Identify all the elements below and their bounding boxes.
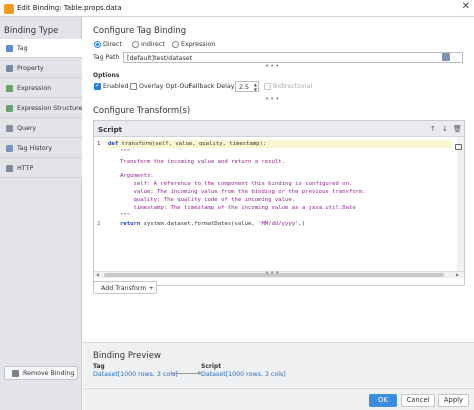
trash-icon: [12, 370, 19, 377]
add-transform-button[interactable]: Add Transform +: [93, 281, 157, 294]
scroll-left-icon[interactable]: ◀: [96, 272, 99, 277]
preview-script-label: Script: [201, 363, 222, 370]
resize-handle[interactable]: •••: [265, 62, 280, 70]
tag-path-label: Tag Path: [93, 54, 120, 61]
ok-button[interactable]: OK: [369, 394, 397, 407]
enabled-label: Enabled: [103, 83, 129, 90]
code-line: quality: The quality code of the incomin…: [120, 197, 296, 203]
code-line: value: The incoming value from the bindi…: [120, 189, 366, 195]
fallback-delay-label: Fallback Delay: [189, 83, 235, 90]
preview-tag-label: Tag: [93, 363, 105, 370]
code-line: Arguments:: [120, 173, 154, 179]
radio-expression-label: Expression: [181, 41, 216, 48]
line-number: 2: [97, 221, 101, 227]
sidebar-title: Binding Type: [4, 26, 59, 36]
remove-binding-button[interactable]: Remove Binding: [4, 366, 78, 380]
overlay-optout-checkbox[interactable]: [130, 83, 137, 90]
sidebar-item-property[interactable]: Property: [0, 59, 82, 78]
binding-preview: Binding Preview Tag Dataset[1000 rows, 3…: [83, 342, 474, 387]
app-icon: [4, 4, 14, 14]
configure-tag-binding-title: Configure Tag Binding: [93, 26, 187, 36]
code-line: timestamp: The timestamp of the incoming…: [120, 205, 356, 211]
move-up-icon[interactable]: ↑: [430, 125, 436, 133]
fallback-delay-input[interactable]: 2.5 ▲ ▼: [235, 81, 259, 92]
resize-handle[interactable]: •••: [265, 269, 280, 277]
script-header: Script ↑ ↓ 🗑: [94, 121, 464, 137]
query-icon: [6, 125, 13, 132]
move-down-icon[interactable]: ↓: [442, 125, 448, 133]
sidebar-item-query[interactable]: Query: [0, 119, 82, 138]
expression-structure-icon: [6, 105, 13, 112]
code-line: Transform the incoming value and return …: [120, 159, 286, 165]
maximize-editor-icon[interactable]: [455, 144, 462, 150]
radio-direct[interactable]: [94, 41, 101, 48]
preview-arrow-icon: [171, 371, 202, 375]
bidirectional-checkbox[interactable]: [264, 83, 271, 90]
radio-expression[interactable]: [172, 41, 179, 48]
code-line: """: [120, 149, 131, 155]
spinner-arrows-icon[interactable]: ▲ ▼: [254, 82, 257, 92]
options-label: Options: [93, 72, 120, 79]
sidebar-item-expression[interactable]: Expression: [0, 79, 82, 98]
expression-icon: [6, 85, 13, 92]
preview-script-value[interactable]: Dataset[1000 rows, 3 cols]: [201, 371, 286, 378]
line-number: 1: [97, 141, 101, 147]
binding-type-sidebar: Binding Type Tag Property Expression Exp…: [0, 17, 82, 410]
script-transform-panel: Script ↑ ↓ 🗑 1 def transform(self, value…: [93, 120, 465, 286]
http-icon: [6, 165, 13, 172]
tag-history-icon: [6, 145, 13, 152]
apply-button[interactable]: Apply: [438, 394, 469, 407]
bidirectional-label: Bidirectional: [273, 83, 313, 90]
sidebar-item-http[interactable]: HTTP: [0, 159, 82, 178]
code-line: return system.dataset.formatDates(value,…: [120, 221, 306, 227]
cancel-button[interactable]: Cancel: [401, 394, 435, 407]
script-title: Script: [98, 125, 123, 134]
delete-icon[interactable]: 🗑: [453, 125, 462, 133]
resize-handle[interactable]: •••: [265, 95, 280, 103]
code-line: self: A reference to the component this …: [120, 181, 353, 187]
radio-indirect-label: Indirect: [141, 41, 165, 48]
sidebar-item-expression-structure[interactable]: Expression Structure: [0, 99, 82, 118]
vertical-scrollbar[interactable]: [457, 137, 464, 271]
tag-path-input[interactable]: [default]test/dataset: [123, 52, 463, 63]
sidebar-item-tag-history[interactable]: Tag History: [0, 139, 82, 158]
configure-transforms-title: Configure Transform(s): [93, 106, 191, 116]
enabled-checkbox[interactable]: [94, 82, 101, 90]
overlay-optout-label: Overlay Opt-Out: [139, 83, 191, 90]
window-title: Edit Binding: Table.props.data: [17, 4, 122, 12]
scroll-right-icon[interactable]: ▶: [456, 272, 459, 277]
sidebar-item-tag[interactable]: Tag: [0, 39, 82, 58]
binding-preview-title: Binding Preview: [93, 351, 161, 361]
preview-tag-value[interactable]: Dataset[1000 rows, 3 cols]: [93, 371, 178, 378]
close-icon[interactable]: ✕: [462, 1, 470, 12]
radio-indirect[interactable]: [132, 41, 139, 48]
tag-icon: [6, 45, 13, 52]
title-bar: Edit Binding: Table.props.data ✕: [0, 0, 474, 17]
main-panel: Configure Tag Binding Direct Indirect Ex…: [83, 17, 474, 410]
property-icon: [6, 65, 13, 72]
code-line: def transform(self, value, quality, time…: [108, 141, 267, 147]
radio-direct-label: Direct: [103, 41, 122, 48]
dialog-footer: OK Cancel Apply: [83, 388, 474, 410]
tag-browse-icon[interactable]: [442, 53, 450, 61]
code-editor[interactable]: 1 def transform(self, value, quality, ti…: [94, 137, 464, 271]
code-line: """: [120, 213, 131, 219]
